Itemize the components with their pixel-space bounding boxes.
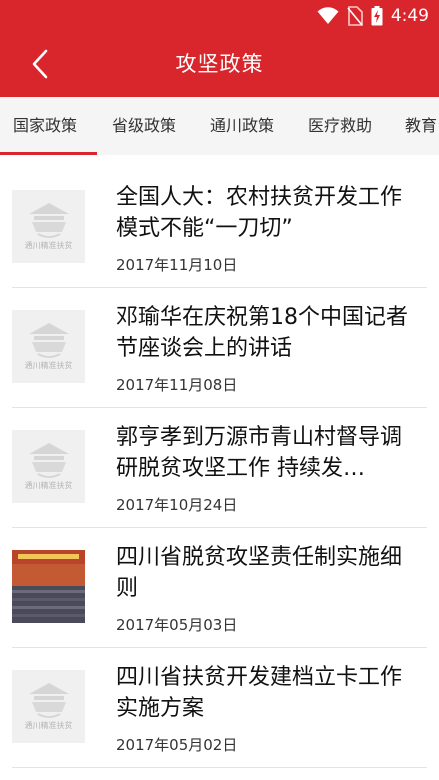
article-date: 2017年11月08日 — [116, 376, 238, 394]
placeholder-logo-icon — [29, 683, 69, 718]
article-thumbnail: 通川精准扶贫 — [12, 190, 85, 263]
article-title: 郭亨孝到万源市青山村督导调研脱贫攻坚工作 持续发… — [116, 425, 403, 481]
page-title: 攻坚政策 — [175, 52, 264, 76]
tab-medical-aid[interactable]: 医疗救助 — [308, 97, 372, 155]
tab-tongchuan-policy[interactable]: 通川政策 — [210, 97, 274, 155]
thumbnail-caption: 通川精准扶贫 — [24, 241, 73, 250]
article-thumbnail: 通川精准扶贫 — [12, 430, 85, 503]
wifi-icon — [317, 7, 339, 24]
status-time: 4:49 — [390, 6, 429, 26]
meeting-photo-icon — [12, 550, 85, 623]
no-sim-icon — [347, 6, 363, 26]
app-header: 4:49 攻坚政策 — [0, 0, 439, 97]
article-date: 2017年05月03日 — [116, 616, 238, 634]
placeholder-logo-icon — [29, 323, 69, 358]
thumbnail-caption: 通川精准扶贫 — [24, 481, 73, 490]
list-item[interactable]: 通川精准扶贫 全国人大：农村扶贫开发工作模式不能“一刀切” 2017年11月10… — [0, 168, 439, 288]
article-thumbnail: 通川精准扶贫 — [12, 310, 85, 383]
tab-provincial-policy[interactable]: 省级政策 — [112, 97, 176, 155]
article-title: 邓瑜华在庆祝第18个中国记者节座谈会上的讲话 — [116, 305, 408, 361]
article-photo — [12, 550, 85, 623]
thumbnail-caption: 通川精准扶贫 — [24, 721, 73, 730]
article-list: 通川精准扶贫 全国人大：农村扶贫开发工作模式不能“一刀切” 2017年11月10… — [0, 168, 439, 768]
article-date: 2017年11月10日 — [116, 256, 238, 274]
category-tabs: 国家政策 省级政策 通川政策 医疗救助 教育 — [0, 97, 439, 155]
article-thumbnail: 通川精准扶贫 — [12, 670, 85, 743]
tab-national-policy[interactable]: 国家政策 — [13, 97, 77, 155]
placeholder-logo-icon — [29, 443, 69, 478]
article-date: 2017年10月24日 — [116, 496, 238, 514]
status-icons: 4:49 — [317, 5, 429, 27]
list-item[interactable]: 通川精准扶贫 四川省扶贫开发建档立卡工作实施方案 2017年05月02日 — [0, 648, 439, 768]
article-title: 全国人大：农村扶贫开发工作模式不能“一刀切” — [116, 185, 403, 241]
article-title: 四川省脱贫攻坚责任制实施细则 — [116, 545, 403, 601]
tab-education[interactable]: 教育 — [405, 97, 437, 155]
status-bar: 4:49 — [0, 0, 439, 32]
article-title: 四川省扶贫开发建档立卡工作实施方案 — [116, 665, 403, 721]
list-item[interactable]: 四川省脱贫攻坚责任制实施细则 2017年05月03日 — [0, 528, 439, 648]
placeholder-logo-icon — [29, 203, 69, 238]
list-item[interactable]: 通川精准扶贫 郭亨孝到万源市青山村督导调研脱贫攻坚工作 持续发… 2017年10… — [0, 408, 439, 528]
divider — [12, 767, 427, 768]
toolbar: 攻坚政策 — [0, 32, 439, 97]
thumbnail-caption: 通川精准扶贫 — [24, 361, 73, 370]
list-item[interactable]: 通川精准扶贫 邓瑜华在庆祝第18个中国记者节座谈会上的讲话 2017年11月08… — [0, 288, 439, 408]
active-tab-indicator — [0, 152, 97, 155]
article-date: 2017年05月02日 — [116, 736, 238, 754]
battery-charging-icon — [371, 6, 383, 26]
